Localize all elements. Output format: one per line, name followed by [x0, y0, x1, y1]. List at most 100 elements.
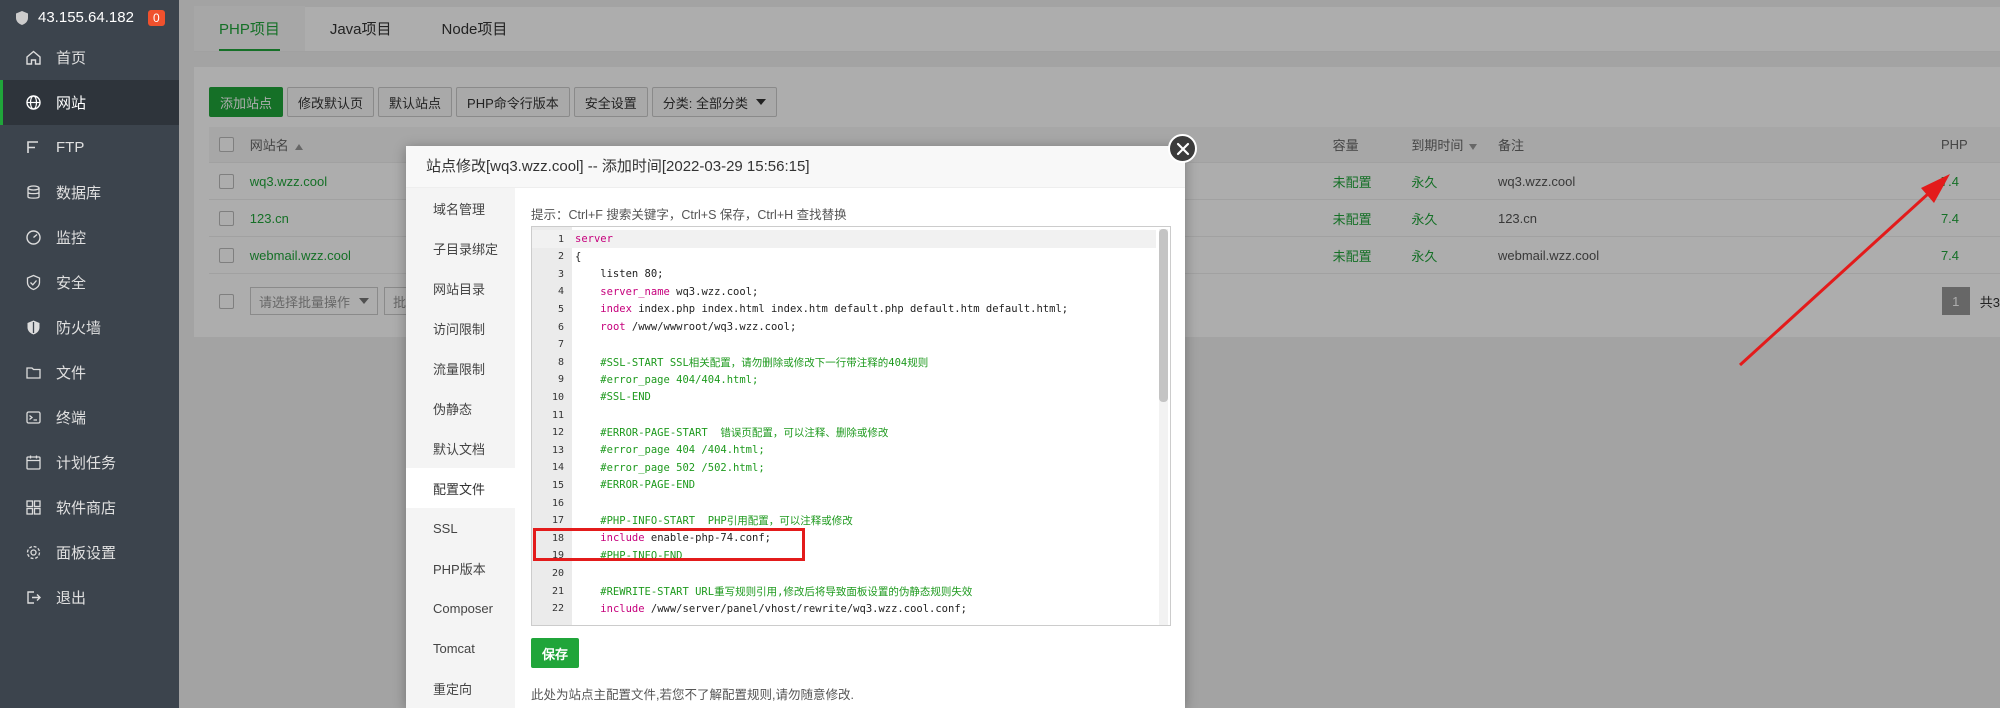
save-button[interactable]: 保存: [531, 638, 580, 668]
annotation-highlight-box: [533, 528, 805, 561]
modal-nav-item-11[interactable]: Tomcat: [406, 628, 515, 668]
sidebar-item-label: 计划任务: [56, 455, 117, 472]
sidebar-item-4[interactable]: 监控: [0, 215, 179, 260]
sidebar-item-label: FTP: [56, 139, 85, 156]
code-text: #ERROR-PAGE-START 错误页配置，可以注释、删除或修改: [575, 425, 888, 440]
code-text: #PHP-INFO-START PHP引用配置，可以注释或修改: [575, 513, 853, 528]
code-token: index: [600, 303, 632, 316]
sidebar-item-7[interactable]: 文件: [0, 350, 179, 395]
code-line[interactable]: 20: [532, 564, 1156, 582]
home-icon: [24, 49, 42, 67]
modal-nav-item-2[interactable]: 网站目录: [406, 268, 515, 308]
line-number: 1: [557, 233, 564, 245]
close-icon: [1176, 142, 1189, 155]
code-line[interactable]: 12 #ERROR-PAGE-START 错误页配置，可以注释、删除或修改: [532, 424, 1156, 442]
calendar-icon: [24, 454, 42, 472]
sidebar-item-label: 监控: [56, 230, 87, 247]
editor-scrollbar[interactable]: [1159, 229, 1168, 625]
sidebar-item-6[interactable]: 防火墙: [0, 305, 179, 350]
notification-badge[interactable]: 0: [147, 9, 165, 26]
modal-nav-item-0[interactable]: 域名管理: [406, 188, 515, 228]
code-line[interactable]: 7: [532, 336, 1156, 354]
terminal-icon: [24, 409, 42, 427]
modal-nav-item-5[interactable]: 伪静态: [406, 388, 515, 428]
code-line[interactable]: 11: [532, 406, 1156, 424]
folder-icon: [24, 364, 42, 382]
code-line[interactable]: 3 listen 80;: [532, 265, 1156, 283]
code-line[interactable]: 22 include /www/server/panel/vhost/rewri…: [532, 600, 1156, 618]
code-line[interactable]: 9 #error_page 404/404.html;: [532, 371, 1156, 389]
close-modal-button[interactable]: [1168, 134, 1197, 163]
code-line[interactable]: 4 server_name wq3.wzz.cool;: [532, 283, 1156, 301]
database-icon: [24, 184, 42, 202]
code-token: #error_page 502 /502.html;: [575, 461, 765, 474]
code-text: #ERROR-PAGE-END: [575, 479, 695, 491]
line-number: 17: [551, 515, 564, 527]
code-text: server: [575, 233, 613, 245]
code-line[interactable]: 8 #SSL-START SSL相关配置，请勿删除或修改下一行带注释的404规则: [532, 353, 1156, 371]
code-text: #SSL-END: [575, 391, 651, 403]
line-number: 2: [557, 251, 564, 263]
sidebar-item-8[interactable]: 终端: [0, 395, 179, 440]
sidebar-item-3[interactable]: 数据库: [0, 170, 179, 215]
modal-nav-item-12[interactable]: 重定向: [406, 668, 515, 708]
line-number: 20: [551, 567, 564, 579]
line-number: 16: [551, 497, 564, 509]
line-number: 14: [551, 462, 564, 474]
sidebar-item-10[interactable]: 软件商店: [0, 485, 179, 530]
sidebar-item-label: 数据库: [56, 185, 102, 202]
code-line[interactable]: 1 server: [532, 230, 1156, 248]
code-token: #ERROR-PAGE-END: [575, 479, 696, 492]
gear-icon: [24, 544, 42, 562]
sidebar-item-label: 文件: [56, 365, 87, 382]
modal-nav-item-1[interactable]: 子目录绑定: [406, 228, 515, 268]
line-number: 4: [557, 286, 564, 298]
modal-nav-item-3[interactable]: 访问限制: [406, 308, 515, 348]
modal-nav-item-10[interactable]: Composer: [406, 588, 515, 628]
sidebar-item-label: 面板设置: [56, 545, 117, 562]
modal-nav-item-7[interactable]: 配置文件: [406, 468, 515, 508]
line-number: 6: [557, 321, 564, 333]
line-number: 21: [551, 585, 564, 597]
scrollbar-thumb[interactable]: [1159, 229, 1168, 402]
modal-nav-item-6[interactable]: 默认文档: [406, 428, 515, 468]
code-token: include: [600, 602, 645, 615]
code-token: {: [575, 250, 582, 263]
config-code-editor[interactable]: 1 server 2{3 listen 80; 4 server_name wq3.w…: [531, 226, 1171, 626]
modal-nav-item-9[interactable]: PHP版本: [406, 548, 515, 588]
code-token: #PHP-INFO-START PHP引用配置，可以注释或修改: [575, 515, 853, 528]
ftp-icon: [24, 139, 42, 157]
code-line[interactable]: 13 #error_page 404 /404.html;: [532, 441, 1156, 459]
code-line[interactable]: 21 #REWRITE-START URL重写规则引用,修改后将导致面板设置的伪…: [532, 582, 1156, 600]
code-line[interactable]: 10 #SSL-END: [532, 388, 1156, 406]
code-text: #error_page 502 /502.html;: [575, 461, 765, 474]
sidebar-item-12[interactable]: 退出: [0, 575, 179, 620]
sidebar-item-0[interactable]: 首页: [0, 35, 179, 80]
code-text: #REWRITE-START URL重写规则引用,修改后将导致面板设置的伪静态规…: [575, 584, 972, 599]
code-line[interactable]: 15 #ERROR-PAGE-END: [532, 476, 1156, 494]
line-number: 13: [551, 444, 564, 456]
sidebar-item-9[interactable]: 计划任务: [0, 440, 179, 485]
code-text: server_name wq3.wzz.cool;: [575, 286, 758, 298]
code-line[interactable]: 17 #PHP-INFO-START PHP引用配置，可以注释或修改: [532, 512, 1156, 530]
modal-nav-item-4[interactable]: 流量限制: [406, 348, 515, 388]
monitor-icon: [24, 229, 42, 247]
modal-nav-item-8[interactable]: SSL: [406, 508, 515, 548]
code-line[interactable]: 2{: [532, 248, 1156, 266]
site-edit-modal: 站点修改[wq3.wzz.cool] -- 添加时间[2022-03-29 15…: [406, 146, 1185, 708]
code-line[interactable]: 16: [532, 494, 1156, 512]
sidebar-item-label: 软件商店: [56, 500, 117, 517]
code-token: index.php index.html index.htm default.p…: [631, 303, 1069, 316]
code-line[interactable]: 14 #error_page 502 /502.html;: [532, 459, 1156, 477]
code-token: /www/wwwroot/wq3.wzz.cool;: [625, 321, 797, 333]
code-line[interactable]: 6 root /www/wwwroot/wq3.wzz.cool;: [532, 318, 1156, 336]
code-token: wq3.wzz.cool;: [669, 285, 759, 298]
code-line[interactable]: 5 index index.php index.html index.htm d…: [532, 300, 1156, 318]
sidebar-item-11[interactable]: 面板设置: [0, 530, 179, 575]
sidebar-item-1[interactable]: 网站: [0, 80, 179, 125]
sidebar-item-5[interactable]: 安全: [0, 260, 179, 305]
sidebar-item-2[interactable]: FTP: [0, 125, 179, 170]
sidebar: 43.155.64.182 0 首页 网站 FTP 数据库 监控 安全 防火墙 文件 终端 计划任…: [0, 0, 179, 708]
